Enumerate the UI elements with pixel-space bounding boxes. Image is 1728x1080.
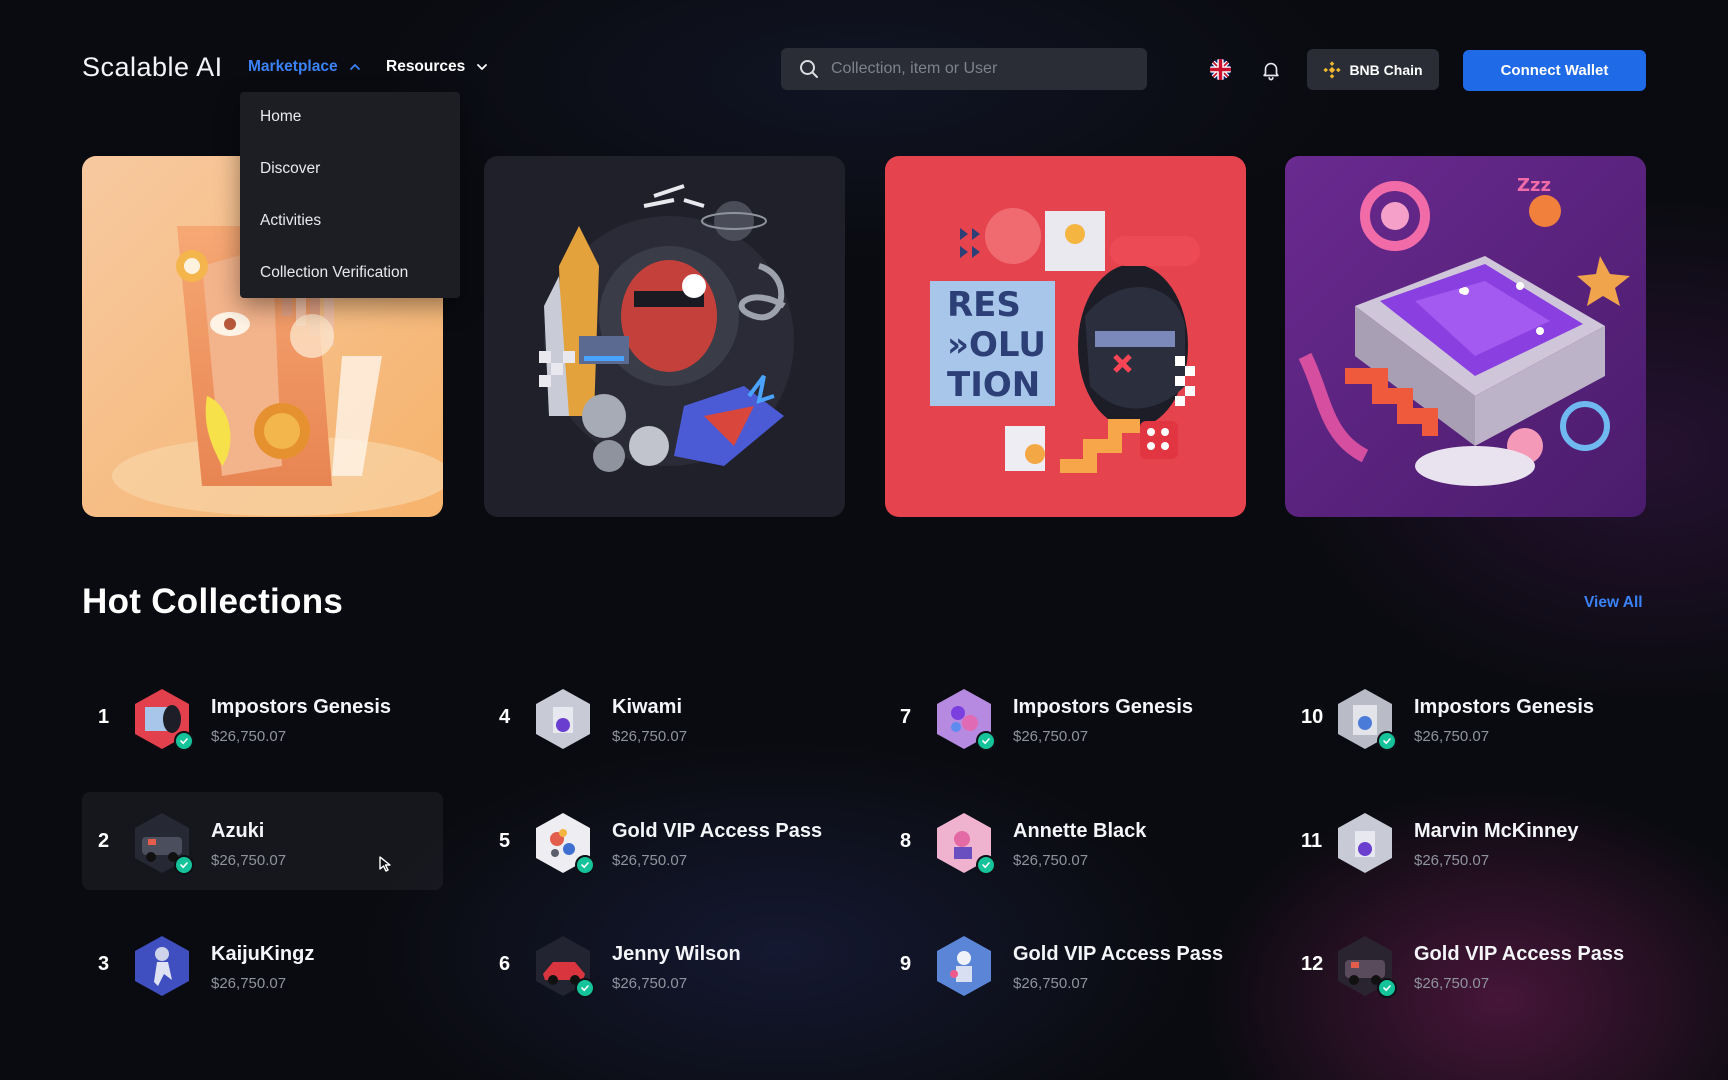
collection-rank: 9 [900,953,912,975]
collection-item[interactable]: 1 Impostors Genesis $26,750.07 [82,668,443,766]
bnb-chain-icon [1323,60,1342,79]
collection-avatar [536,689,590,749]
collection-price: $26,750.07 [1414,975,1490,992]
collection-rank: 6 [499,953,511,975]
menu-item-activities[interactable]: Activities [260,212,321,230]
collection-name: Marvin McKinney [1414,820,1579,842]
collection-avatar [1338,813,1392,873]
featured-card-3[interactable]: RES »OLU TION [885,156,1246,517]
search-bar[interactable] [781,48,1147,90]
collection-rank: 10 [1301,706,1324,728]
featured-artwork-image: RES »OLU TION [885,156,1246,517]
collection-rank: 4 [499,706,511,728]
collection-name: Azuki [211,820,265,842]
collection-price: $26,750.07 [612,852,688,869]
collection-name: Kiwami [612,696,683,718]
chain-label: BNB Chain [1349,61,1423,78]
nav-marketplace-label: Marketplace [248,58,338,75]
svg-text:Zzz: Zzz [1517,175,1551,196]
nav-resources[interactable]: Resources [386,58,489,76]
collection-name: Annette Black [1013,820,1147,842]
chevron-up-icon [349,64,360,70]
collection-name: Gold VIP Access Pass [1414,943,1625,965]
verified-check-icon [976,731,996,751]
hot-collections-title: Hot Collections [82,582,344,621]
marketplace-dropdown-menu: Home Discover Activities Collection Veri… [240,92,460,298]
collection-avatar [135,936,189,996]
featured-card-4[interactable]: Zzz [1285,156,1646,517]
collection-rank: 8 [900,830,912,852]
collection-rank: 2 [98,830,110,852]
collection-name: Jenny Wilson [612,943,741,965]
collection-rank: 5 [499,830,511,852]
view-all-link[interactable]: View All [1584,594,1643,612]
collection-name: Gold VIP Access Pass [612,820,823,842]
collection-price: $26,750.07 [1013,975,1089,992]
collection-price: $26,750.07 [211,975,287,992]
featured-card-2[interactable] [484,156,845,517]
collection-name: Impostors Genesis [1414,696,1595,718]
collection-item[interactable]: 10 Impostors Genesis $26,750.07 [1285,668,1646,766]
chevron-down-icon [477,64,488,70]
collection-item[interactable]: 5 Gold VIP Access Pass $26,750.07 [483,792,844,890]
verified-check-icon [575,855,595,875]
collection-price: $26,750.07 [1414,852,1490,869]
collection-rank: 12 [1301,953,1324,975]
collection-item[interactable]: 7 Impostors Genesis $26,750.07 [884,668,1245,766]
notification-bell-icon[interactable] [1260,59,1282,81]
svg-text:»OLU: »OLU [947,325,1046,365]
menu-item-home[interactable]: Home [260,108,301,126]
svg-text:TION: TION [947,365,1040,405]
collection-item[interactable]: 8 Annette Black $26,750.07 [884,792,1245,890]
menu-item-discover[interactable]: Discover [260,160,320,178]
verified-check-icon [174,855,194,875]
collection-name: Impostors Genesis [211,696,392,718]
collection-price: $26,750.07 [612,975,688,992]
chain-selector-button[interactable]: BNB Chain [1307,49,1439,90]
verified-check-icon [1377,978,1397,998]
nav-resources-label: Resources [386,58,466,75]
collection-rank: 11 [1301,830,1323,852]
verified-check-icon [976,855,996,875]
collection-avatar [937,936,991,996]
app-logo[interactable]: Scalable AI [82,52,223,83]
collection-name: Impostors Genesis [1013,696,1194,718]
collection-price: $26,750.07 [1013,852,1089,869]
language-flag-icon[interactable] [1210,59,1231,80]
collection-rank: 7 [900,706,912,728]
collection-price: $26,750.07 [211,852,287,869]
collection-price: $26,750.07 [612,728,688,745]
nav-marketplace[interactable]: Marketplace [248,58,362,76]
collection-item[interactable]: 2 Azuki $26,750.07 [82,792,443,890]
menu-item-collection-verification[interactable]: Collection Verification [260,264,408,282]
featured-artwork-image [484,156,845,517]
collection-item[interactable]: 4 Kiwami $26,750.07 [483,668,844,766]
featured-artwork-image: Zzz [1285,156,1646,517]
search-input[interactable] [831,60,1121,78]
collection-name: Gold VIP Access Pass [1013,943,1224,965]
connect-wallet-button[interactable]: Connect Wallet [1463,50,1646,91]
collection-item[interactable]: 3 KaijuKingz $26,750.07 [82,915,443,1013]
search-icon [800,60,818,78]
verified-check-icon [1377,731,1397,751]
svg-text:RES: RES [947,285,1021,325]
collection-item[interactable]: 9 Gold VIP Access Pass $26,750.07 [884,915,1245,1013]
collection-item[interactable]: 6 Jenny Wilson $26,750.07 [483,915,844,1013]
collection-item[interactable]: 11 Marvin McKinney $26,750.07 [1285,792,1646,890]
mouse-pointer-icon [379,856,391,872]
collection-price: $26,750.07 [1013,728,1089,745]
collection-name: KaijuKingz [211,943,315,965]
collection-rank: 3 [98,953,110,975]
verified-check-icon [575,978,595,998]
collection-item[interactable]: 12 Gold VIP Access Pass $26,750.07 [1285,915,1646,1013]
collection-price: $26,750.07 [1414,728,1490,745]
collection-rank: 1 [98,706,110,728]
collection-price: $26,750.07 [211,728,287,745]
verified-check-icon [174,731,194,751]
